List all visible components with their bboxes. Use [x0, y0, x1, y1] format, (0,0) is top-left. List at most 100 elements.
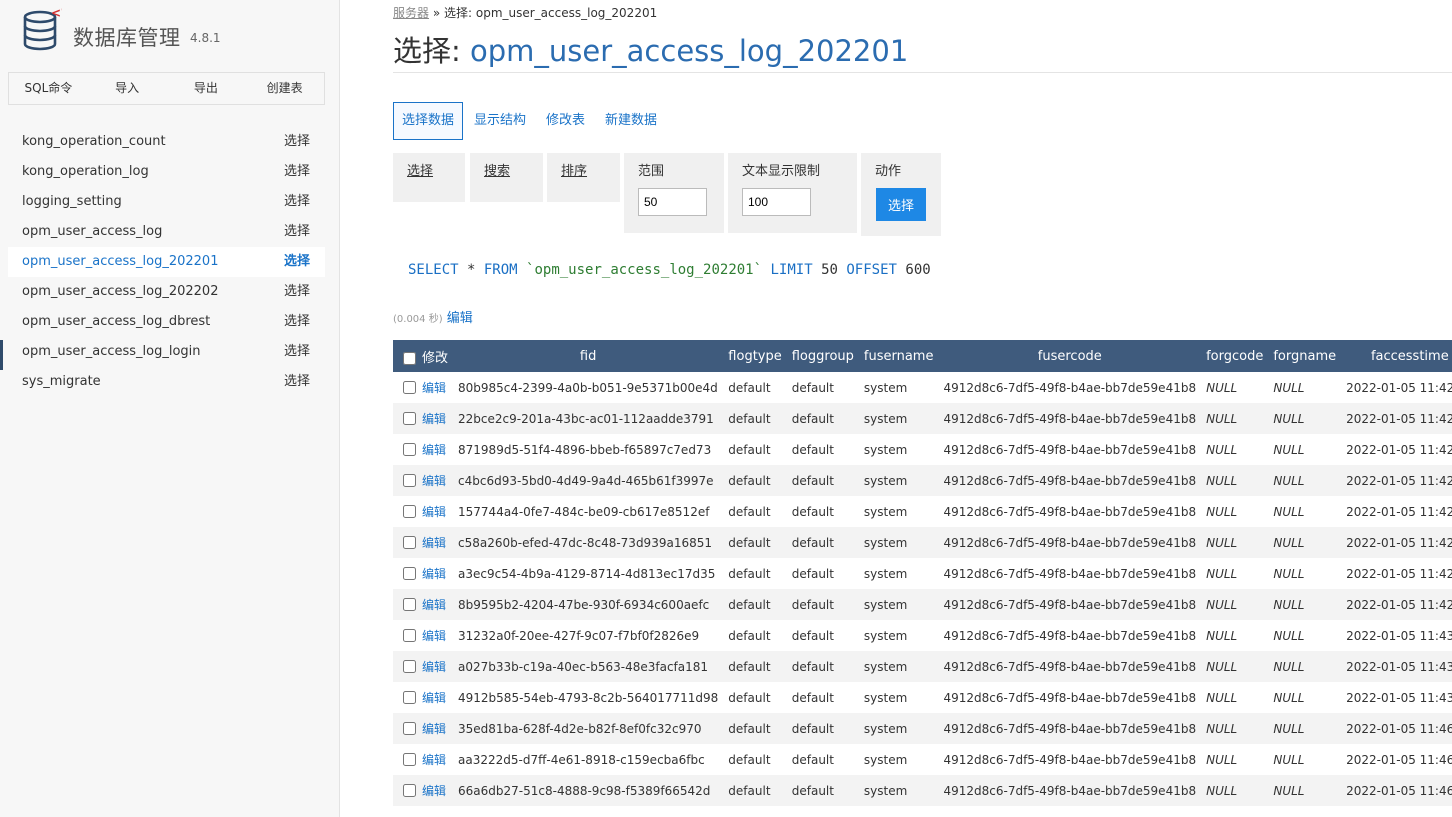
breadcrumb-server-link[interactable]: 服务器	[393, 6, 429, 20]
row-edit-link[interactable]: 编辑	[422, 629, 446, 643]
row-checkbox[interactable]	[403, 660, 416, 673]
row-checkbox[interactable]	[403, 474, 416, 487]
database-icon[interactable]: <?	[22, 6, 62, 52]
sidebar-table-item[interactable]: kong_operation_log 选择	[8, 157, 325, 187]
text-limit-input[interactable]	[742, 188, 811, 216]
row-edit-cell: 编辑	[393, 403, 453, 434]
column-header-forgcode[interactable]: forgcode	[1201, 340, 1268, 372]
row-edit-link[interactable]: 编辑	[422, 722, 446, 736]
sidebar-table-item[interactable]: sys_migrate 选择	[8, 367, 325, 397]
row-edit-link[interactable]: 编辑	[422, 381, 446, 395]
sidebar-table-item[interactable]: kong_operation_count 选择	[8, 127, 325, 157]
cell-fid: c58a260b-efed-47dc-8c48-73d939a16851	[458, 535, 712, 550]
sidebar-table-name-link[interactable]: logging_setting	[22, 187, 122, 217]
row-edit-link[interactable]: 编辑	[422, 536, 446, 550]
row-checkbox[interactable]	[403, 722, 416, 735]
row-edit-link[interactable]: 编辑	[422, 474, 446, 488]
sidebar-table-item[interactable]: opm_user_access_log_202201 选择	[8, 247, 325, 277]
column-header-fusercode[interactable]: fusercode	[938, 340, 1201, 372]
cell-fusercode: 4912d8c6-7df5-49f8-b4ae-bb7de59e41b8	[943, 783, 1197, 798]
row-checkbox[interactable]	[403, 598, 416, 611]
cell-floggroup: default	[791, 628, 834, 643]
row-checkbox[interactable]	[403, 412, 416, 425]
sidebar-table-select-link[interactable]: 选择	[284, 127, 310, 157]
row-checkbox[interactable]	[403, 381, 416, 394]
sidebar-table-item[interactable]: opm_user_access_log_dbrest 选择	[8, 307, 325, 337]
tab-new-item[interactable]: 新建数据	[596, 102, 666, 140]
sidebar-table-item[interactable]: opm_user_access_log_202202 选择	[8, 277, 325, 307]
sidebar-table-select-link[interactable]: 选择	[284, 277, 310, 307]
row-edit-link[interactable]: 编辑	[422, 660, 446, 674]
column-header-flogtype[interactable]: flogtype	[723, 340, 786, 372]
title-divider	[393, 72, 1452, 73]
row-edit-link[interactable]: 编辑	[422, 598, 446, 612]
row-edit-link[interactable]: 编辑	[422, 784, 446, 798]
sidebar-table-name-link[interactable]: sys_migrate	[22, 367, 101, 397]
row-edit-link[interactable]: 编辑	[422, 691, 446, 705]
import-link[interactable]: 导入	[88, 73, 167, 104]
tab-alter-table[interactable]: 修改表	[537, 102, 594, 140]
select-columns-link[interactable]: 选择	[407, 160, 433, 179]
sort-link[interactable]: 排序	[561, 160, 587, 179]
sidebar-table-name-link[interactable]: kong_operation_count	[22, 127, 166, 157]
sidebar-table-name-link[interactable]: opm_user_access_log_login	[22, 337, 201, 367]
cell-forgcode: NULL	[1206, 442, 1238, 457]
tab-show-structure[interactable]: 显示结构	[465, 102, 535, 140]
row-edit-link[interactable]: 编辑	[422, 567, 446, 581]
sidebar-table-name-link[interactable]: opm_user_access_log_202202	[22, 277, 218, 307]
cell-fusername: system	[863, 411, 908, 426]
sidebar-table-select-link[interactable]: 选择	[284, 247, 310, 277]
sidebar-table-item[interactable]: logging_setting 选择	[8, 187, 325, 217]
sidebar-table-select-link[interactable]: 选择	[284, 187, 310, 217]
limit-label: 范围	[638, 164, 665, 179]
row-checkbox[interactable]	[403, 505, 416, 518]
column-header-fid[interactable]: fid	[453, 340, 723, 372]
column-header-floggroup[interactable]: floggroup	[787, 340, 859, 372]
sidebar-table-select-link[interactable]: 选择	[284, 337, 310, 367]
column-header-faccesstime[interactable]: faccesstime	[1341, 340, 1452, 372]
cell-fusername: system	[863, 380, 908, 395]
row-checkbox[interactable]	[403, 536, 416, 549]
create-table-link[interactable]: 创建表	[245, 73, 324, 104]
row-checkbox[interactable]	[403, 567, 416, 580]
row-edit-link[interactable]: 编辑	[422, 412, 446, 426]
row-checkbox[interactable]	[403, 753, 416, 766]
sidebar-table-item[interactable]: opm_user_access_log_login 选择	[8, 337, 325, 367]
select-submit-button[interactable]: 选择	[876, 188, 926, 221]
export-link[interactable]: 导出	[167, 73, 246, 104]
cell-fusername: system	[863, 442, 908, 457]
sidebar-table-select-link[interactable]: 选择	[284, 217, 310, 247]
sidebar-table-select-link[interactable]: 选择	[284, 307, 310, 337]
sidebar-table-select-link[interactable]: 选择	[284, 367, 310, 397]
sidebar-table-item[interactable]: opm_user_access_log 选择	[8, 217, 325, 247]
sidebar-table-name-link[interactable]: opm_user_access_log_dbrest	[22, 307, 210, 337]
row-checkbox[interactable]	[403, 784, 416, 797]
cell-floggroup: default	[791, 690, 834, 705]
row-edit-link[interactable]: 编辑	[422, 443, 446, 457]
column-header-fusername[interactable]: fusername	[859, 340, 939, 372]
search-link[interactable]: 搜索	[484, 160, 510, 179]
tab-select-data[interactable]: 选择数据	[393, 102, 464, 140]
sidebar-table-name-link[interactable]: kong_operation_log	[22, 157, 149, 187]
row-edit-link[interactable]: 编辑	[422, 505, 446, 519]
app-title: 数据库管理	[73, 26, 181, 50]
table-row: 编辑 22bce2c9-201a-43bc-ac01-112aadde3791 de…	[393, 403, 1452, 434]
select-all-checkbox[interactable]	[403, 351, 416, 365]
edit-query-link[interactable]: 编辑	[447, 311, 473, 326]
row-edit-link[interactable]: 编辑	[422, 753, 446, 767]
row-checkbox[interactable]	[403, 691, 416, 704]
limit-input[interactable]	[638, 188, 707, 216]
cell-fusername: system	[863, 783, 908, 798]
row-checkbox[interactable]	[403, 443, 416, 456]
sidebar-table-name-link[interactable]: opm_user_access_log	[22, 217, 162, 247]
top-menu: SQL命令 导入 导出 创建表	[8, 72, 325, 105]
cell-flogtype: default	[728, 783, 771, 798]
table-row: 编辑 66a6db27-51c8-4888-9c98-f5389f66542d de…	[393, 775, 1452, 806]
sql-command-link[interactable]: SQL命令	[9, 73, 88, 104]
row-edit-cell: 编辑	[393, 527, 453, 558]
sidebar-table-name-link[interactable]: opm_user_access_log_202201	[22, 247, 218, 277]
header-edit-cell: 修改	[393, 340, 453, 372]
sidebar-table-select-link[interactable]: 选择	[284, 157, 310, 187]
column-header-forgname[interactable]: forgname	[1268, 340, 1341, 372]
row-checkbox[interactable]	[403, 629, 416, 642]
